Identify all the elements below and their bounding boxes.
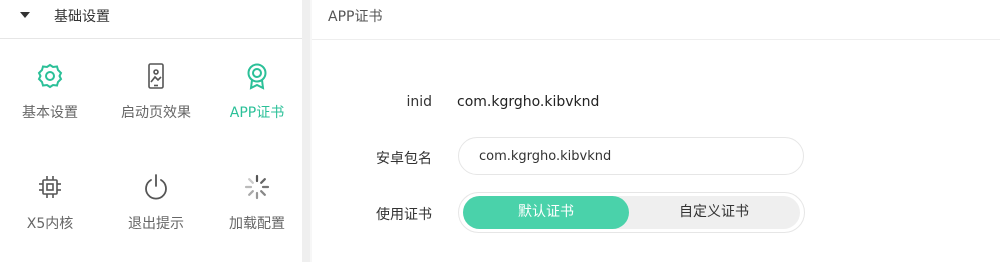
sidebar-item-app-certificate[interactable]: APP证书 [207,62,307,142]
panel-separator [312,39,1000,40]
section-title: 基础设置 [54,9,110,25]
settings-sidebar: 基础设置 基本设置 启动页效果 APP证书 X5内核 退出提示 加载配置 [0,0,302,262]
sidebar-item-label: 退出提示 [128,216,184,232]
appid-label: inid [406,94,432,110]
phone-image-icon [142,62,170,90]
certificate-label: 使用证书 [376,207,432,223]
sidebar-item-basic-settings[interactable]: 基本设置 [0,62,100,142]
package-name-label: 安卓包名 [376,151,432,167]
custom-certificate-option[interactable]: 自定义证书 [631,196,797,229]
sidebar-item-label: 基本设置 [22,105,78,121]
section-header[interactable]: 基础设置 [0,0,302,39]
app-certificate-panel: APP证书 inid com.kgrgho.kibvknd 安卓包名 使用证书 … [312,0,1000,262]
loading-spinner-icon [243,173,271,201]
sidebar-item-exit-prompt[interactable]: 退出提示 [106,173,206,253]
caret-down-icon[interactable] [20,12,30,18]
panel-divider [302,0,312,262]
package-name-input[interactable] [458,137,804,175]
sidebar-item-label: 启动页效果 [121,105,191,121]
certificate-toggle: 默认证书 自定义证书 [458,192,805,233]
power-icon [142,173,170,201]
sidebar-item-label: 加载配置 [229,216,285,232]
panel-title: APP证书 [328,9,383,25]
certificate-badge-icon [243,62,271,90]
default-certificate-option[interactable]: 默认证书 [463,196,629,229]
gear-icon [36,62,64,90]
sidebar-item-label: APP证书 [229,105,285,121]
sidebar-item-splash-effect[interactable]: 启动页效果 [106,62,206,142]
sidebar-item-loading-config[interactable]: 加载配置 [207,173,307,253]
sidebar-item-x5-kernel[interactable]: X5内核 [0,173,100,253]
appid-value: com.kgrgho.kibvknd [457,94,600,110]
sidebar-item-label: X5内核 [26,216,74,232]
chip-icon [36,173,64,201]
